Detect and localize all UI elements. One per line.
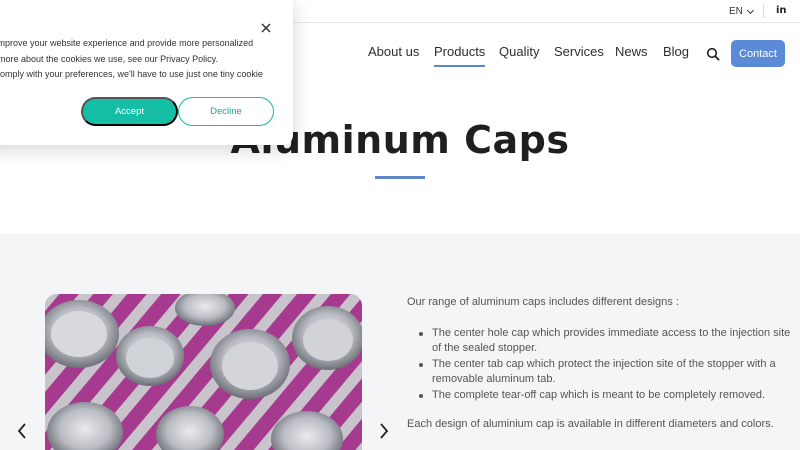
accept-button[interactable]: Accept (81, 97, 178, 126)
chevron-right-icon[interactable] (377, 422, 391, 440)
top-bar-divider (763, 4, 764, 18)
search-icon[interactable] (706, 47, 720, 61)
cookie-line: o comply with your preferences, we'll ha… (0, 69, 263, 79)
cookie-line: o improve your website experience and pr… (0, 38, 254, 48)
chevron-down-icon (746, 6, 754, 14)
cookie-banner: o improve your website experience and pr… (0, 0, 293, 145)
cookie-line: ut more about the cookies we use, see ou… (0, 53, 218, 64)
decline-button[interactable]: Decline (178, 97, 274, 126)
cookie-message: o improve your website experience and pr… (0, 36, 278, 83)
design-list: The center hole cap which provides immed… (407, 326, 792, 404)
list-item: The complete tear-off cap which is meant… (407, 388, 792, 404)
nav-item-quality[interactable]: Quality (499, 44, 539, 59)
description-footer: Each design of aluminium cap is availabl… (407, 418, 774, 430)
product-image (45, 294, 362, 450)
nav-item-about-us[interactable]: About us (368, 44, 419, 59)
nav-item-blog[interactable]: Blog (663, 44, 689, 59)
chevron-left-icon[interactable] (15, 422, 29, 440)
nav-item-services[interactable]: Services (554, 44, 604, 59)
page: EN in About us Products Quality Services… (0, 0, 800, 450)
linkedin-icon[interactable]: in (776, 5, 787, 16)
description-intro: Our range of aluminum caps includes diff… (407, 296, 679, 308)
title-underline (375, 176, 425, 179)
nav-item-news[interactable]: News (615, 44, 648, 59)
language-label: EN (729, 6, 743, 17)
language-selector[interactable]: EN (729, 6, 754, 17)
list-item: The center hole cap which provides immed… (407, 326, 792, 357)
contact-button[interactable]: Contact (731, 40, 785, 67)
nav-item-products[interactable]: Products (434, 44, 486, 67)
list-item: The center tab cap which protect the inj… (407, 357, 792, 388)
product-description: Our range of aluminum caps includes diff… (407, 295, 792, 433)
close-icon[interactable] (260, 22, 272, 34)
